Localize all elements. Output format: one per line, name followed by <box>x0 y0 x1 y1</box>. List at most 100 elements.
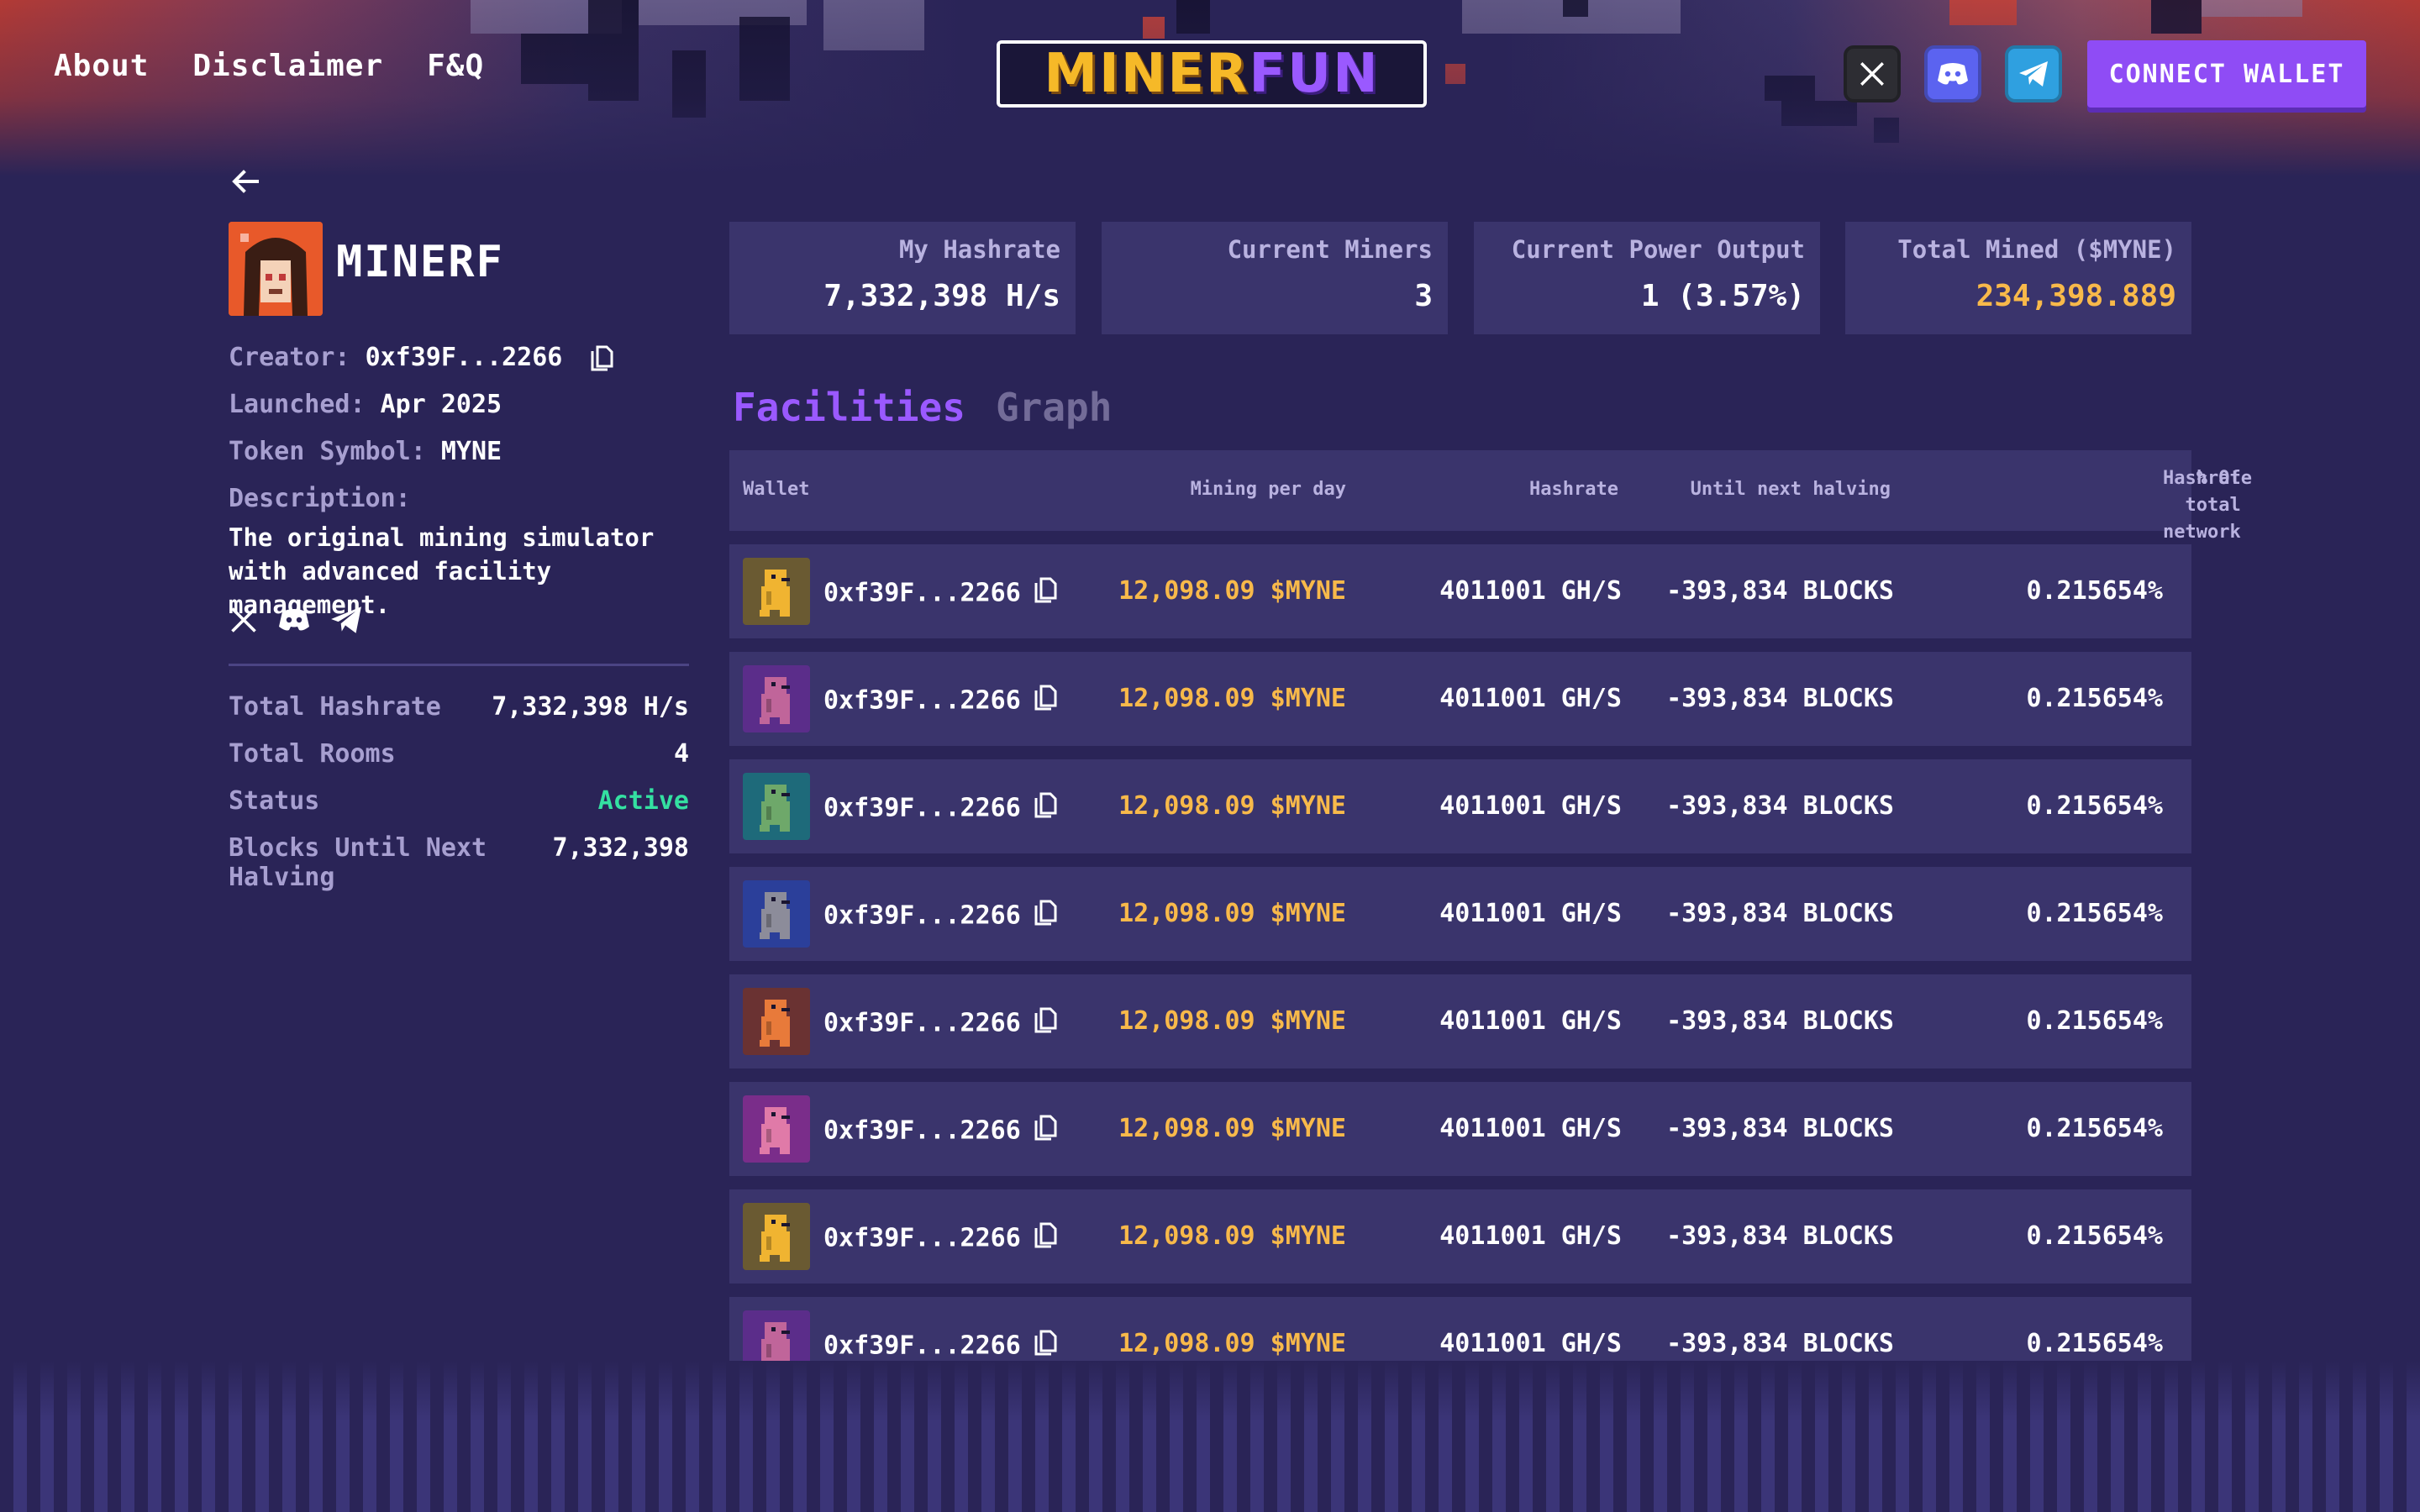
col-until-next-halving: Until next halving <box>1690 479 1891 500</box>
row-network-share: 0.215654% <box>2026 1114 2163 1143</box>
col-hashrate: Hashrate <box>1529 479 1618 500</box>
tab-facilities[interactable]: Facilities <box>733 385 965 430</box>
header-discord-button[interactable] <box>1924 45 1981 102</box>
project-social-links <box>229 605 363 635</box>
row-hashrate: 4011001 GH/S <box>1439 576 1622 606</box>
creator-label: Creator: <box>229 343 350 372</box>
miner-avatar <box>743 558 810 625</box>
telegram-icon[interactable] <box>329 605 363 635</box>
row-hashrate: 4011001 GH/S <box>1439 1114 1622 1143</box>
row-mining-per-day: 12,098.09 $MYNE <box>1118 1006 1346 1036</box>
col-wallet: Wallet <box>743 479 810 500</box>
table-row[interactable]: 0xf39F...2266 12,098.09 $MYNE 4011001 GH/S… <box>729 1082 2191 1176</box>
table-row[interactable]: 0xf39F...2266 12,098.09 $MYNE 4011001 GH/S… <box>729 759 2191 853</box>
creator-value: 0xf39F...2266 <box>365 343 563 372</box>
table-row[interactable]: 0xf39F...2266 12,098.09 $MYNE 4011001 GH/S… <box>729 867 2191 961</box>
row-hashrate: 4011001 GH/S <box>1439 899 1622 928</box>
launched-label: Launched: <box>229 390 366 419</box>
row-mining-per-day: 12,098.09 $MYNE <box>1118 576 1346 606</box>
card-value: 3 <box>1414 279 1433 313</box>
tab-graph[interactable]: Graph <box>996 385 1112 430</box>
copy-icon[interactable] <box>1033 1221 1058 1257</box>
row-until-next-halving: -393,834 BLOCKS <box>1666 576 1894 606</box>
x-logo-icon <box>1860 62 1884 86</box>
row-network-share: 0.215654% <box>2026 576 2163 606</box>
row-until-next-halving: -393,834 BLOCKS <box>1666 1329 1894 1358</box>
token-symbol-label: Token Symbol: <box>229 437 426 466</box>
header-telegram-button[interactable] <box>2005 45 2062 102</box>
copy-icon[interactable] <box>1033 576 1058 612</box>
miner-avatar <box>743 880 810 948</box>
row-hashrate: 4011001 GH/S <box>1439 1329 1622 1358</box>
card-label: Total Mined ($MYNE) <box>1897 235 2176 264</box>
nav-faq[interactable]: F&Q <box>427 49 484 83</box>
miner-avatar <box>743 1203 810 1270</box>
row-network-share: 0.215654% <box>2026 1329 2163 1358</box>
card-value: 1 (3.57%) <box>1640 279 1805 313</box>
row-until-next-halving: -393,834 BLOCKS <box>1666 1114 1894 1143</box>
copy-icon[interactable] <box>1033 684 1058 719</box>
site-logo[interactable]: MINER FUN <box>997 40 1427 108</box>
miner-avatar <box>743 1095 810 1163</box>
stat-label: Total Hashrate <box>229 692 441 722</box>
stat-label: Status <box>229 786 320 816</box>
table-row[interactable]: 0xf39F...2266 12,098.09 $MYNE 4011001 GH/S… <box>729 1189 2191 1284</box>
status-badge: Active <box>597 786 689 816</box>
discord-icon[interactable] <box>277 605 311 635</box>
col-network-share-line2: Hashrate <box>2163 468 2252 489</box>
x-logo-icon[interactable] <box>229 605 259 635</box>
stat-blocks-until-halving: Blocks Until Next Halving 7,332,398 <box>229 833 689 892</box>
project-name: MINERF <box>336 237 504 287</box>
header-x-button[interactable] <box>1844 45 1901 102</box>
table-row[interactable]: 0xf39F...2266 12,098.09 $MYNE 4011001 GH/S… <box>729 544 2191 638</box>
logo-part-miner: MINER <box>1044 43 1249 105</box>
copy-icon[interactable] <box>1033 791 1058 827</box>
table-row[interactable]: 0xf39F...2266 12,098.09 $MYNE 4011001 GH/S… <box>729 974 2191 1068</box>
stat-value: 7,332,398 <box>552 833 689 863</box>
top-nav: About Disclaimer F&Q <box>54 49 484 83</box>
row-mining-per-day: 12,098.09 $MYNE <box>1118 1114 1346 1143</box>
launched-row: Launched: Apr 2025 <box>229 390 502 419</box>
row-mining-per-day: 12,098.09 $MYNE <box>1118 1329 1346 1358</box>
row-mining-per-day: 12,098.09 $MYNE <box>1118 899 1346 928</box>
wallet-text: 0xf39F...2266 <box>823 1008 1021 1038</box>
stat-value: 7,332,398 H/s <box>492 692 689 722</box>
row-wallet-address: 0xf39F...2266 <box>823 1006 1058 1042</box>
wallet-text: 0xf39F...2266 <box>823 793 1021 823</box>
copy-icon[interactable] <box>1033 1329 1058 1364</box>
table-row[interactable]: 0xf39F...2266 12,098.09 $MYNE 4011001 GH/S… <box>729 652 2191 746</box>
copy-icon[interactable] <box>589 344 614 373</box>
stat-label: Total Rooms <box>229 739 396 769</box>
row-wallet-address: 0xf39F...2266 <box>823 1329 1058 1364</box>
row-until-next-halving: -393,834 BLOCKS <box>1666 1221 1894 1251</box>
row-network-share: 0.215654% <box>2026 684 2163 713</box>
card-current-power-output: Current Power Output 1 (3.57%) <box>1474 222 1820 334</box>
discord-icon <box>1938 63 1968 85</box>
telegram-icon <box>2019 61 2048 87</box>
card-label: Current Power Output <box>1511 235 1805 264</box>
stat-value: 4 <box>673 739 689 769</box>
arrow-left-icon[interactable] <box>229 165 262 198</box>
wallet-text: 0xf39F...2266 <box>823 685 1021 716</box>
row-hashrate: 4011001 GH/S <box>1439 684 1622 713</box>
wallet-text: 0xf39F...2266 <box>823 1331 1021 1361</box>
footer-background <box>0 1361 2420 1512</box>
wallet-text: 0xf39F...2266 <box>823 1116 1021 1146</box>
row-network-share: 0.215654% <box>2026 791 2163 821</box>
logo-part-fun: FUN <box>1249 43 1380 105</box>
wallet-text: 0xf39F...2266 <box>823 900 1021 931</box>
row-wallet-address: 0xf39F...2266 <box>823 684 1058 719</box>
col-mining-per-day: Mining per day <box>1190 479 1346 500</box>
copy-icon[interactable] <box>1033 1006 1058 1042</box>
description-label: Description: <box>229 484 411 513</box>
copy-icon[interactable] <box>1033 1114 1058 1149</box>
copy-icon[interactable] <box>1033 899 1058 934</box>
nav-about[interactable]: About <box>54 49 149 83</box>
token-symbol-row: Token Symbol: MYNE <box>229 437 502 466</box>
nav-disclaimer[interactable]: Disclaimer <box>192 49 383 83</box>
miner-avatar <box>743 665 810 732</box>
connect-wallet-button[interactable]: CONNECT WALLET <box>2087 40 2366 108</box>
row-wallet-address: 0xf39F...2266 <box>823 899 1058 934</box>
row-network-share: 0.215654% <box>2026 1221 2163 1251</box>
sidebar-divider <box>229 664 689 666</box>
